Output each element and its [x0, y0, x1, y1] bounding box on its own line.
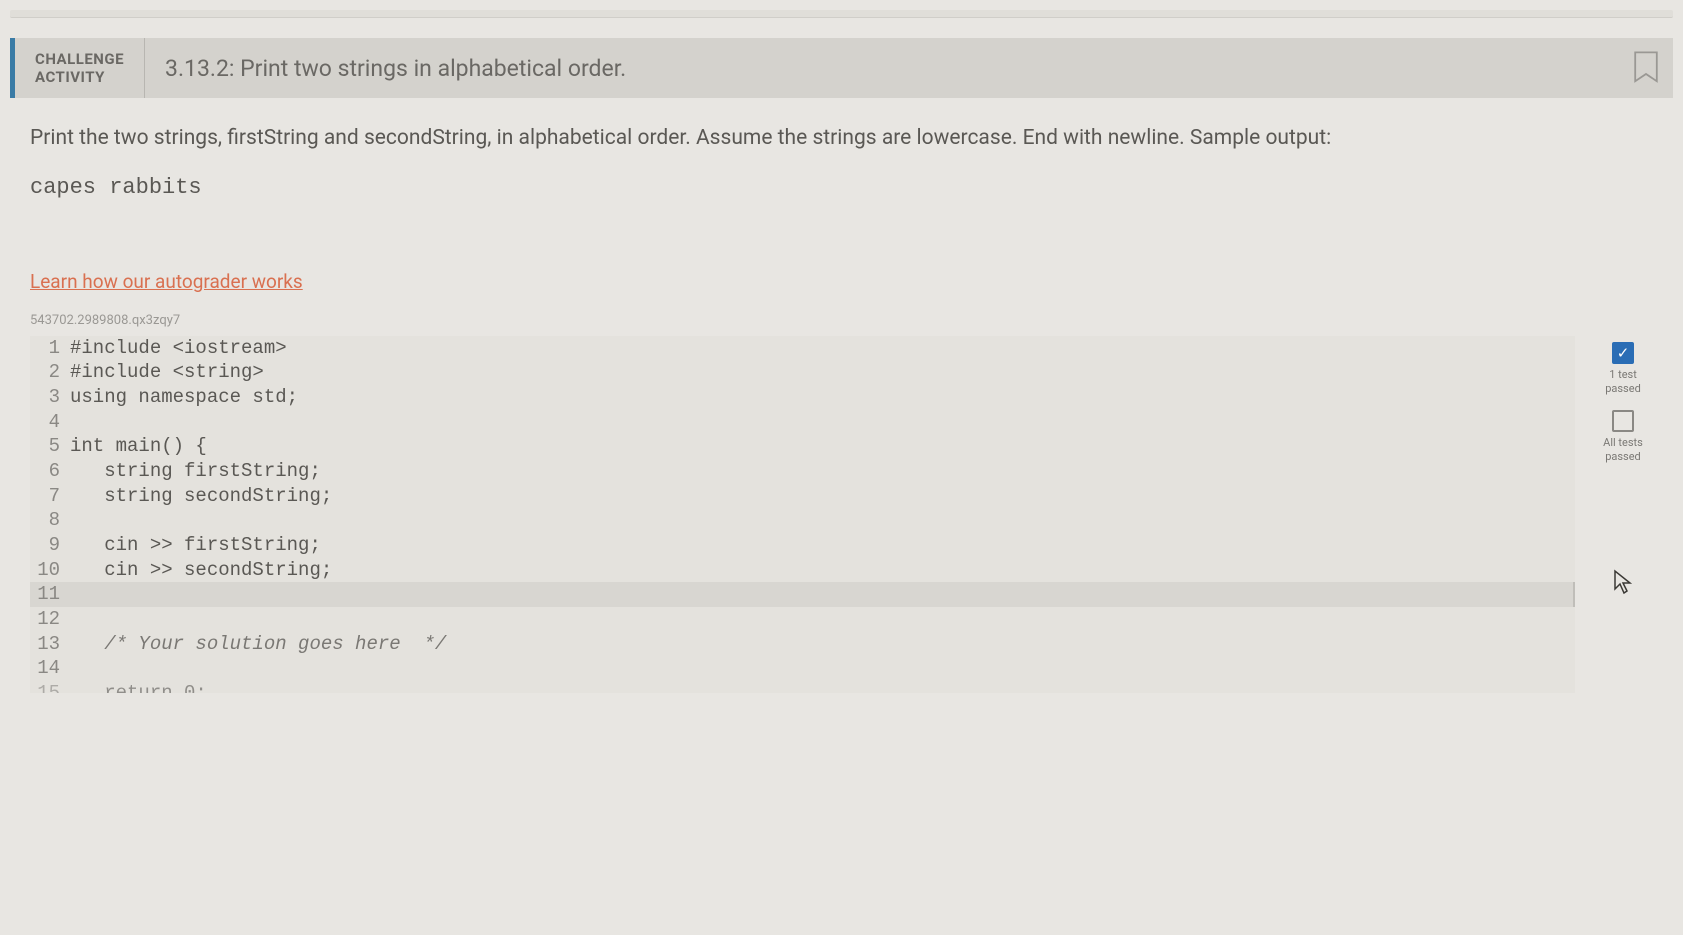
line-content[interactable]: [70, 656, 1575, 681]
line-number: 4: [30, 410, 70, 435]
test1-status-text: 1 test passed: [1605, 368, 1641, 397]
line-number: 2: [30, 360, 70, 385]
line-content[interactable]: return 0;: [70, 681, 1575, 693]
line-content[interactable]: using namespace std;: [70, 385, 1575, 410]
test2-status-text: All tests passed: [1603, 436, 1643, 465]
code-line[interactable]: 9 cin >> firstString;: [30, 533, 1575, 558]
line-number: 11: [30, 582, 70, 607]
line-content[interactable]: cin >> firstString;: [70, 533, 1575, 558]
code-editor[interactable]: 1#include <iostream>2#include <string>3u…: [30, 336, 1575, 694]
code-line[interactable]: 3using namespace std;: [30, 385, 1575, 410]
code-line[interactable]: 13 /* Your solution goes here */: [30, 632, 1575, 657]
code-line[interactable]: 11: [30, 582, 1575, 607]
line-number: 9: [30, 533, 70, 558]
line-content[interactable]: #include <iostream>: [70, 336, 1575, 361]
line-number: 5: [30, 434, 70, 459]
code-line[interactable]: 1#include <iostream>: [30, 336, 1575, 361]
test2-checkbox-icon: [1612, 410, 1634, 432]
line-content[interactable]: [70, 410, 1575, 435]
line-content[interactable]: int main() {: [70, 434, 1575, 459]
line-number: 1: [30, 336, 70, 361]
line-content[interactable]: string firstString;: [70, 459, 1575, 484]
line-content[interactable]: cin >> secondString;: [70, 558, 1575, 583]
sample-output: capes rabbits: [30, 175, 1653, 200]
code-line[interactable]: 15 return 0;: [30, 681, 1575, 693]
code-line[interactable]: 5int main() {: [30, 434, 1575, 459]
line-number: 14: [30, 656, 70, 681]
line-number: 13: [30, 632, 70, 657]
line-content[interactable]: string secondString;: [70, 484, 1575, 509]
bookmark-icon[interactable]: [1631, 38, 1673, 98]
line-number: 15: [30, 681, 70, 693]
line-number: 8: [30, 508, 70, 533]
challenge-label: CHALLENGE ACTIVITY: [15, 38, 145, 98]
code-line[interactable]: 4: [30, 410, 1575, 435]
content-area: Print the two strings, firstString and s…: [10, 123, 1673, 703]
line-content[interactable]: [70, 582, 1575, 607]
code-line[interactable]: 12: [30, 607, 1575, 632]
line-number: 10: [30, 558, 70, 583]
line-content[interactable]: /* Your solution goes here */: [70, 632, 1575, 657]
autograder-link[interactable]: Learn how our autograder works: [30, 270, 303, 293]
challenge-title: 3.13.2: Print two strings in alphabetica…: [145, 38, 1631, 98]
challenge-label-line2: ACTIVITY: [35, 68, 124, 86]
code-line[interactable]: 8: [30, 508, 1575, 533]
line-number: 12: [30, 607, 70, 632]
code-line[interactable]: 2#include <string>: [30, 360, 1575, 385]
line-content[interactable]: [70, 508, 1575, 533]
line-content[interactable]: [70, 607, 1575, 632]
line-content[interactable]: #include <string>: [70, 360, 1575, 385]
code-line[interactable]: 6 string firstString;: [30, 459, 1575, 484]
status-panel: ✓ 1 test passed All tests passed: [1593, 336, 1653, 601]
instructions-text: Print the two strings, firstString and s…: [30, 123, 1653, 155]
line-number: 7: [30, 484, 70, 509]
challenge-label-line1: CHALLENGE: [35, 50, 124, 68]
code-line[interactable]: 14: [30, 656, 1575, 681]
code-line[interactable]: 10 cin >> secondString;: [30, 558, 1575, 583]
test1-checkbox-icon: ✓: [1612, 342, 1634, 364]
cursor-icon: [1613, 569, 1633, 601]
code-line[interactable]: 7 string secondString;: [30, 484, 1575, 509]
hash-text: 543702.2989808.qx3zqy7: [30, 313, 1653, 328]
code-block-wrapper: 1#include <iostream>2#include <string>3u…: [30, 336, 1653, 694]
line-number: 3: [30, 385, 70, 410]
top-divider: [10, 10, 1673, 18]
line-number: 6: [30, 459, 70, 484]
challenge-header: CHALLENGE ACTIVITY 3.13.2: Print two str…: [10, 38, 1673, 98]
